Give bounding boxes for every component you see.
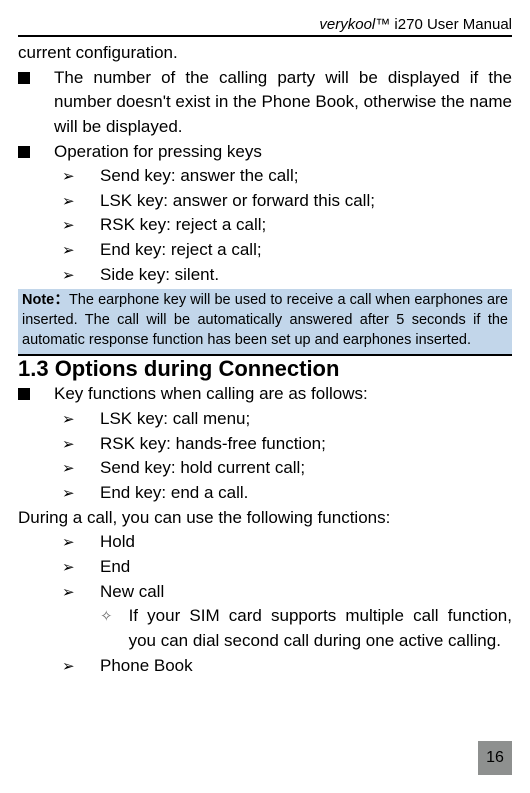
op-item: ➢ End key: reject a call; — [18, 238, 512, 263]
op-item: ➢ LSK key: answer or forward this call; — [18, 189, 512, 214]
bullet-keyfunctions: Key functions when calling are as follow… — [18, 382, 512, 407]
arrow-icon: ➢ — [62, 434, 78, 456]
arrow-icon: ➢ — [62, 215, 78, 237]
op-item: ➢ RSK key: reject a call; — [18, 213, 512, 238]
brand: verykool — [319, 16, 375, 33]
func-item: ➢ New call — [18, 580, 512, 605]
arrow-icon: ➢ — [62, 483, 78, 505]
op-text: End key: reject a call; — [100, 238, 512, 263]
key-item: ➢ End key: end a call. — [18, 481, 512, 506]
arrow-icon: ➢ — [62, 265, 78, 287]
op-text: RSK key: reject a call; — [100, 213, 512, 238]
bullet-operation: Operation for pressing keys — [18, 140, 512, 165]
func-text: Phone Book — [100, 654, 512, 679]
key-text: Send key: hold current call; — [100, 456, 512, 481]
page-content: current configuration. The number of the… — [18, 41, 512, 678]
section-heading: 1.3 Options during Connection — [18, 354, 512, 382]
arrow-icon: ➢ — [62, 166, 78, 188]
note-text: The earphone key will be used to receive… — [22, 292, 508, 347]
arrow-icon: ➢ — [62, 191, 78, 213]
op-text: LSK key: answer or forward this call; — [100, 189, 512, 214]
bullet-text: Operation for pressing keys — [54, 140, 512, 165]
bullet-text: The number of the calling party will be … — [54, 66, 512, 140]
arrow-icon: ➢ — [62, 532, 78, 554]
arrow-icon: ➢ — [62, 582, 78, 604]
square-bullet-icon — [18, 72, 30, 84]
square-bullet-icon — [18, 388, 30, 400]
func-text: Hold — [100, 530, 512, 555]
arrow-icon: ➢ — [62, 409, 78, 431]
key-item: ➢ Send key: hold current call; — [18, 456, 512, 481]
key-text: End key: end a call. — [100, 481, 512, 506]
func-item: ➢ Phone Book — [18, 654, 512, 679]
key-text: RSK key: hands-free function; — [100, 432, 512, 457]
sim-note: ✧ If your SIM card supports multiple cal… — [18, 604, 512, 653]
page-number: 16 — [478, 741, 512, 775]
intro-continuation: current configuration. — [18, 41, 512, 66]
during-call-text: During a call, you can use the following… — [18, 506, 512, 531]
arrow-icon: ➢ — [62, 656, 78, 678]
square-bullet-icon — [18, 146, 30, 158]
op-text: Side key: silent. — [100, 263, 512, 288]
arrow-icon: ➢ — [62, 458, 78, 480]
page-header: verykool™ i270 User Manual — [18, 16, 512, 37]
bullet-text: Key functions when calling are as follow… — [54, 382, 512, 407]
func-item: ➢ End — [18, 555, 512, 580]
note-label: Note： — [22, 292, 69, 308]
note-box: Note：The earphone key will be used to re… — [18, 289, 512, 354]
op-item: ➢ Side key: silent. — [18, 263, 512, 288]
func-text: End — [100, 555, 512, 580]
arrow-icon: ➢ — [62, 557, 78, 579]
key-item: ➢ RSK key: hands-free function; — [18, 432, 512, 457]
sim-note-text: If your SIM card supports multiple call … — [129, 604, 512, 653]
func-text: New call — [100, 580, 512, 605]
bullet-number-display: The number of the calling party will be … — [18, 66, 512, 140]
op-text: Send key: answer the call; — [100, 164, 512, 189]
op-item: ➢ Send key: answer the call; — [18, 164, 512, 189]
key-item: ➢ LSK key: call menu; — [18, 407, 512, 432]
diamond-icon: ✧ — [100, 606, 113, 628]
model: i270 User Manual — [390, 16, 512, 33]
func-item: ➢ Hold — [18, 530, 512, 555]
tm: ™ — [375, 16, 390, 33]
arrow-icon: ➢ — [62, 240, 78, 262]
key-text: LSK key: call menu; — [100, 407, 512, 432]
